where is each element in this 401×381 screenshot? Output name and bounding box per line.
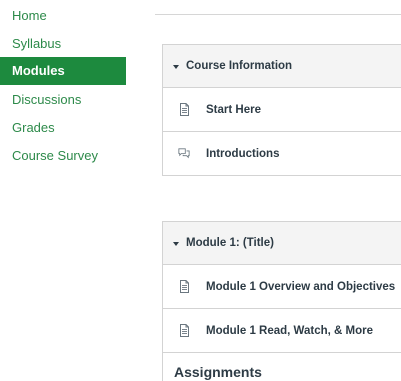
module-title: Module 1: (Title) [186,237,274,249]
module-item-start-here[interactable]: Start Here [163,88,401,132]
module-item-title[interactable]: Start Here [206,104,261,116]
nav-item-home[interactable]: Home [0,2,126,30]
document-icon [178,103,190,117]
module-item-title[interactable]: Introductions [206,148,279,160]
document-icon [178,324,190,338]
nav-item-modules[interactable]: Modules [0,57,126,85]
module-header[interactable]: Course Information [163,45,401,88]
document-icon [178,280,190,294]
module-item-title[interactable]: Module 1 Overview and Objectives [206,281,395,293]
nav-item-discussions[interactable]: Discussions [0,86,126,114]
module-item-overview-objectives[interactable]: Module 1 Overview and Objectives [163,265,401,309]
nav-item-course-survey[interactable]: Course Survey [0,142,126,170]
modules-page: Home Syllabus Modules Discussions Grades… [0,0,401,381]
module-item-read-watch[interactable]: Module 1 Read, Watch, & More [163,309,401,353]
module-header[interactable]: Module 1: (Title) [163,222,401,265]
caret-down-icon[interactable] [173,242,179,246]
module-title: Course Information [186,60,293,72]
module-item-title[interactable]: Module 1 Read, Watch, & More [206,325,373,337]
module-item-introductions[interactable]: Introductions [163,132,401,176]
header-divider [155,14,401,15]
caret-down-icon[interactable] [173,65,179,69]
subheader-assignments: Assignments [163,353,401,381]
discussion-icon [178,147,190,161]
module-course-information: Course Information Start Here Introducti… [162,44,401,176]
module-1: Module 1: (Title) Module 1 Overview and … [162,221,401,381]
nav-item-grades[interactable]: Grades [0,114,126,142]
nav-item-syllabus[interactable]: Syllabus [0,30,126,58]
